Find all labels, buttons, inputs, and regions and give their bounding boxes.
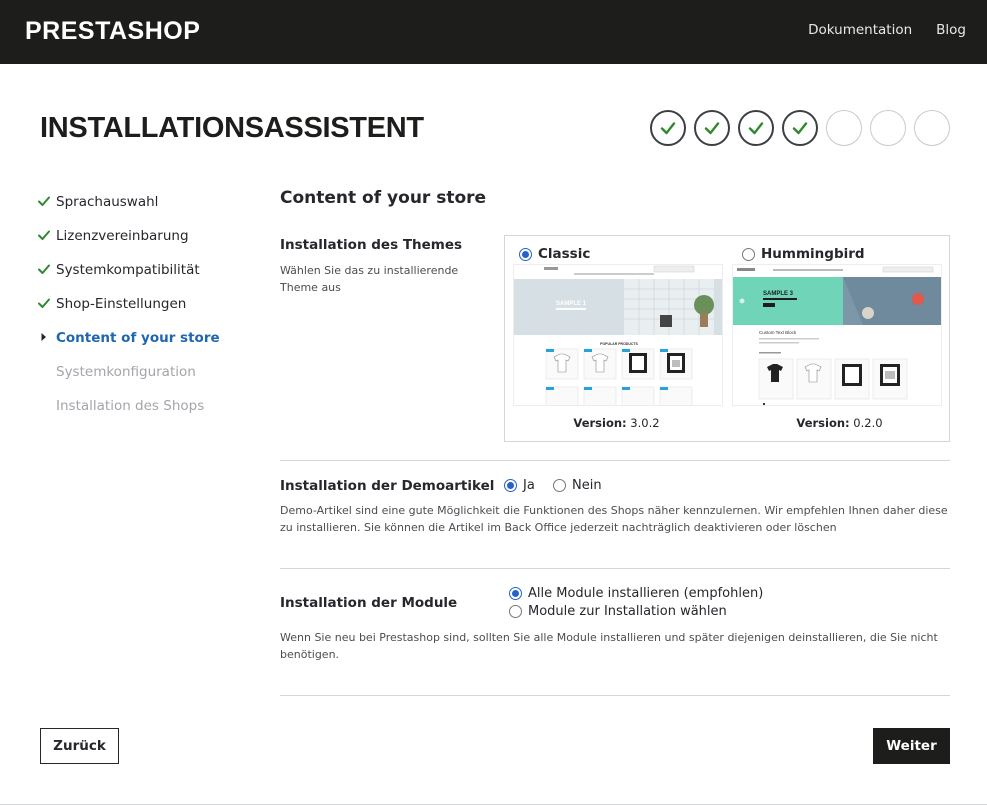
demo-help-text: Demo-Artikel sind eine gute Möglichkeit … xyxy=(280,504,948,534)
check-icon xyxy=(660,122,676,135)
top-bar: PRESTASHOP Dokumentation Blog xyxy=(0,0,987,64)
step-indicator-6 xyxy=(870,110,906,146)
sidebar-item-label: Systemkompatibilität xyxy=(56,262,200,278)
modules-install-all-option[interactable]: Alle Module installieren (empfohlen) xyxy=(509,586,763,601)
step-sidebar: Sprachauswahl Lizenzvereinbarung Systemk… xyxy=(36,192,256,430)
theme-classic-version: Version: 3.0.2 xyxy=(573,416,660,430)
modules-select-radio[interactable] xyxy=(509,605,522,618)
step-indicator-5 xyxy=(826,110,862,146)
hummingbird-section-heading: Custom Text Block xyxy=(759,330,797,335)
sidebar-item-label: Shop-Einstellungen xyxy=(56,296,187,312)
check-icon xyxy=(38,298,50,308)
theme-hummingbird-preview[interactable]: SAMPLE 3 Custom Text Block xyxy=(732,264,942,406)
theme-selector: Classic SAMPLE 1 POPULAR PRODUCTS Versio… xyxy=(504,235,950,442)
section-divider xyxy=(280,695,950,696)
check-icon xyxy=(748,122,764,135)
sidebar-item-label: Installation des Shops xyxy=(56,398,205,414)
theme-classic-preview[interactable]: SAMPLE 1 POPULAR PRODUCTS xyxy=(513,264,723,406)
check-icon xyxy=(38,264,50,274)
modules-section-label: Installation der Module xyxy=(280,595,458,611)
sidebar-item-sprachauswahl[interactable]: Sprachauswahl xyxy=(36,192,256,226)
modules-help-text: Wenn Sie neu bei Prestashop sind, sollte… xyxy=(280,631,938,661)
theme-name: Hummingbird xyxy=(761,246,865,262)
sidebar-item-lizenzvereinbarung[interactable]: Lizenzvereinbarung xyxy=(36,226,256,260)
section-divider xyxy=(280,568,950,569)
sidebar-item-label: Systemkonfiguration xyxy=(56,364,196,380)
sidebar-item-label: Sprachauswahl xyxy=(56,194,159,210)
step-indicator-3 xyxy=(738,110,774,146)
theme-hummingbird-version: Version: 0.2.0 xyxy=(796,416,883,430)
demo-no-radio[interactable] xyxy=(553,479,566,492)
theme-section-label: Installation des Themes xyxy=(280,237,463,253)
demo-no-option[interactable]: Nein xyxy=(553,478,602,493)
step-indicator-4 xyxy=(782,110,818,146)
page-title: INSTALLATIONSASSISTENT xyxy=(40,112,424,144)
sidebar-item-systemkonfiguration: Systemkonfiguration xyxy=(36,362,256,396)
next-button[interactable]: Weiter xyxy=(873,728,950,764)
sidebar-item-label: Lizenzvereinbarung xyxy=(56,228,189,244)
theme-hummingbird-radio[interactable] xyxy=(742,247,755,261)
theme-option-classic[interactable]: Classic SAMPLE 1 POPULAR PRODUCTS Versio… xyxy=(505,236,728,441)
sidebar-item-systemkompatibilitaet[interactable]: Systemkompatibilität xyxy=(36,260,256,294)
classic-preview-image: SAMPLE 1 POPULAR PRODUCTS xyxy=(514,265,722,405)
step-indicator-7 xyxy=(914,110,950,146)
theme-classic-radio-label[interactable]: Classic xyxy=(519,246,590,262)
step-indicator-1 xyxy=(650,110,686,146)
check-icon xyxy=(38,230,50,240)
check-icon xyxy=(792,122,808,135)
top-nav: Dokumentation Blog xyxy=(808,22,966,38)
prestashop-logo[interactable]: PRESTASHOP xyxy=(25,17,200,46)
nav-link-blog[interactable]: Blog xyxy=(936,22,966,38)
check-icon xyxy=(38,196,50,206)
demo-yes-option[interactable]: Ja xyxy=(504,478,535,493)
hummingbird-banner-text: SAMPLE 3 xyxy=(763,291,794,297)
theme-help-text: Wählen Sie das zu installierende Theme a… xyxy=(280,264,459,294)
theme-name: Classic xyxy=(538,246,591,262)
classic-banner-text: SAMPLE 1 xyxy=(556,301,587,307)
sidebar-item-installation-des-shops: Installation des Shops xyxy=(36,396,256,430)
nav-link-dokumentation[interactable]: Dokumentation xyxy=(808,22,912,38)
sidebar-item-label: Content of your store xyxy=(56,330,220,346)
content-title: Content of your store xyxy=(280,188,487,208)
step-progress xyxy=(650,110,950,146)
sidebar-item-shop-einstellungen[interactable]: Shop-Einstellungen xyxy=(36,294,256,328)
modules-install-all-radio[interactable] xyxy=(509,587,522,600)
classic-section-heading: POPULAR PRODUCTS xyxy=(600,342,638,346)
step-indicator-2 xyxy=(694,110,730,146)
modules-select-option[interactable]: Module zur Installation wählen xyxy=(509,604,727,619)
demo-yes-radio[interactable] xyxy=(504,479,517,492)
theme-hummingbird-radio-label[interactable]: Hummingbird xyxy=(742,246,865,262)
hummingbird-preview-image: SAMPLE 3 Custom Text Block xyxy=(733,265,941,405)
check-icon xyxy=(704,122,720,135)
back-button[interactable]: Zurück xyxy=(40,728,119,764)
caret-right-icon xyxy=(41,333,46,341)
theme-option-hummingbird[interactable]: Hummingbird SAMPLE 3 Custom Text Block V… xyxy=(728,236,951,441)
demo-section-label: Installation der Demoartikel xyxy=(280,478,495,494)
theme-classic-radio[interactable] xyxy=(519,247,532,261)
sidebar-item-content-of-your-store[interactable]: Content of your store xyxy=(36,328,256,362)
section-divider xyxy=(280,460,950,461)
